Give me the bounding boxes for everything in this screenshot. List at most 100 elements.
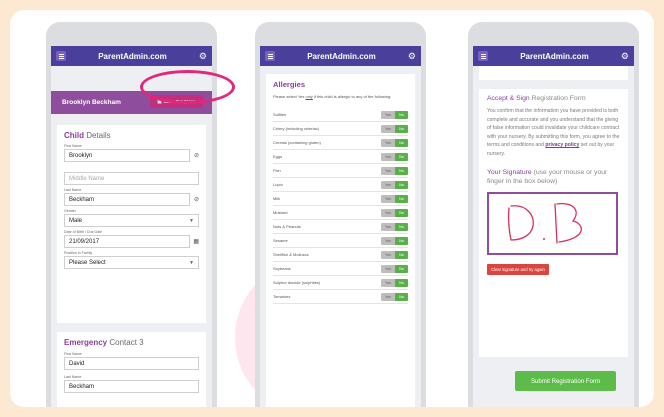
- toggle-yes[interactable]: Yes: [381, 152, 395, 161]
- submit-registration-button[interactable]: Submit Registration Form: [515, 371, 616, 391]
- accept-sign-title-bold: Accept & Sign: [487, 95, 530, 102]
- toggle-yes[interactable]: Yes: [381, 138, 395, 147]
- yes-no-toggle[interactable]: Yes No: [381, 166, 408, 175]
- toggle-yes[interactable]: Yes: [381, 110, 395, 119]
- clear-signature-button[interactable]: Clear signature and try again: [487, 264, 549, 275]
- yes-no-toggle[interactable]: Yes No: [381, 278, 408, 287]
- emergency-last-name-label: Last Name: [64, 375, 82, 379]
- allergen-name: Fish: [273, 168, 281, 173]
- menu-icon[interactable]: [265, 51, 275, 61]
- toggle-no[interactable]: No: [395, 194, 408, 203]
- yes-no-toggle[interactable]: Yes No: [381, 138, 408, 147]
- yes-no-toggle[interactable]: Yes No: [381, 194, 408, 203]
- toggle-no[interactable]: No: [395, 110, 408, 119]
- emergency-first-name-label: First Name: [64, 352, 82, 356]
- emergency-first-name-field[interactable]: David: [64, 357, 199, 370]
- toggle-no[interactable]: No: [395, 208, 408, 217]
- toggle-no[interactable]: No: [395, 180, 408, 189]
- yes-no-toggle[interactable]: Yes No: [381, 264, 408, 273]
- toggle-no[interactable]: No: [395, 236, 408, 245]
- allergen-row: Sulfites Yes No: [273, 108, 408, 122]
- toggle-yes[interactable]: Yes: [381, 292, 395, 301]
- toggle-no[interactable]: No: [395, 264, 408, 273]
- handwritten-signature: [507, 203, 582, 244]
- position-select[interactable]: Please Select ▼: [64, 256, 199, 269]
- gender-select[interactable]: Male ▼: [64, 214, 199, 227]
- toggle-yes[interactable]: Yes: [381, 180, 395, 189]
- allergen-name: Shellfish & Molluscs: [273, 252, 309, 257]
- accept-sign-title: Accept & Sign Registration Form: [487, 95, 620, 102]
- privacy-policy-link[interactable]: privacy policy: [545, 142, 579, 148]
- yes-no-toggle[interactable]: Yes No: [381, 222, 408, 231]
- yes-no-toggle[interactable]: Yes No: [381, 180, 408, 189]
- menu-icon[interactable]: [478, 51, 488, 61]
- toggle-yes[interactable]: Yes: [381, 278, 395, 287]
- phone-screen: ParentAdmin.com ⚙ Allergies Please selec…: [260, 46, 421, 407]
- first-name-field[interactable]: Brooklyn: [64, 149, 190, 162]
- middle-name-field[interactable]: Middle Name: [64, 172, 199, 185]
- signature-pad[interactable]: [487, 192, 618, 255]
- phone-allergies: ParentAdmin.com ⚙ Allergies Please selec…: [255, 22, 426, 407]
- toggle-no[interactable]: No: [395, 124, 408, 133]
- allergen-row: Soybeans Yes No: [273, 262, 408, 276]
- allergen-name: Tomatoes: [273, 294, 291, 299]
- toggle-no[interactable]: No: [395, 222, 408, 231]
- phone-accept-sign: ParentAdmin.com ⚙ Accept & Sign Registra…: [468, 22, 639, 407]
- allergen-name: Sulphur dioxide (sulphites): [273, 280, 321, 285]
- gear-icon[interactable]: ⚙: [621, 51, 629, 61]
- gear-icon[interactable]: ⚙: [199, 51, 207, 61]
- allergen-name: Celery (including celeriac): [273, 126, 320, 131]
- allergen-list: Sulfites Yes No Celery (including celeriac)…: [273, 108, 408, 304]
- emergency-section-title: Emergency Contact 3: [64, 338, 199, 347]
- app-title: ParentAdmin.com: [98, 51, 167, 61]
- allergen-name: Eggs: [273, 154, 283, 159]
- toggle-no[interactable]: No: [395, 278, 408, 287]
- toggle-yes[interactable]: Yes: [381, 222, 395, 231]
- yes-no-toggle[interactable]: Yes No: [381, 250, 408, 259]
- phone-screen: ParentAdmin.com ⚙ Accept & Sign Registra…: [473, 46, 634, 407]
- app-bar: ParentAdmin.com ⚙: [51, 46, 212, 66]
- position-value: Please Select: [69, 259, 106, 266]
- allergen-name: Soybeans: [273, 266, 291, 271]
- menu-icon[interactable]: [56, 51, 66, 61]
- yes-no-toggle[interactable]: Yes No: [381, 110, 408, 119]
- toggle-no[interactable]: No: [395, 138, 408, 147]
- allergen-name: Nuts & Peanuts: [273, 224, 301, 229]
- calendar-icon[interactable]: ▦: [193, 238, 199, 245]
- toggle-yes[interactable]: Yes: [381, 166, 395, 175]
- child-name: Brooklyn Beckham: [62, 99, 121, 106]
- terms-paragraph: You confirm that the information you hav…: [487, 107, 620, 158]
- clear-icon[interactable]: ⊘: [194, 152, 199, 159]
- intro-before: Please select Yes: [273, 94, 306, 99]
- dob-field[interactable]: 21/09/2017: [64, 235, 190, 248]
- toggle-no[interactable]: No: [395, 166, 408, 175]
- emergency-last-name-field[interactable]: Beckham: [64, 380, 199, 393]
- gear-icon[interactable]: ⚙: [408, 51, 416, 61]
- yes-no-toggle[interactable]: Yes No: [381, 208, 408, 217]
- toggle-yes[interactable]: Yes: [381, 208, 395, 217]
- toggle-no[interactable]: No: [395, 152, 408, 161]
- toggle-no[interactable]: No: [395, 250, 408, 259]
- yes-no-toggle[interactable]: Yes No: [381, 292, 408, 301]
- clear-icon[interactable]: ⊘: [194, 196, 199, 203]
- position-label: Position in Family: [64, 251, 93, 255]
- yes-no-toggle[interactable]: Yes No: [381, 152, 408, 161]
- allergen-row: Cereals (containing gluten) Yes No: [273, 136, 408, 150]
- toggle-yes[interactable]: Yes: [381, 264, 395, 273]
- emergency-title-rest: Contact 3: [107, 338, 144, 347]
- toggle-yes[interactable]: Yes: [381, 124, 395, 133]
- allergen-name: Mustard: [273, 210, 288, 215]
- toggle-yes[interactable]: Yes: [381, 250, 395, 259]
- emergency-title-bold: Emergency: [64, 338, 108, 347]
- toggle-yes[interactable]: Yes: [381, 236, 395, 245]
- allergies-intro: Please select Yes only if this child is …: [273, 94, 408, 100]
- allergen-row: Lupin Yes No: [273, 178, 408, 192]
- child-section-title: Child Details: [64, 131, 199, 140]
- toggle-yes[interactable]: Yes: [381, 194, 395, 203]
- toggle-no[interactable]: No: [395, 292, 408, 301]
- yes-no-toggle[interactable]: Yes No: [381, 236, 408, 245]
- gender-label: Gender: [64, 209, 76, 213]
- yes-no-toggle[interactable]: Yes No: [381, 124, 408, 133]
- allergen-row: Shellfish & Molluscs Yes No: [273, 248, 408, 262]
- last-name-field[interactable]: Beckham: [64, 193, 190, 206]
